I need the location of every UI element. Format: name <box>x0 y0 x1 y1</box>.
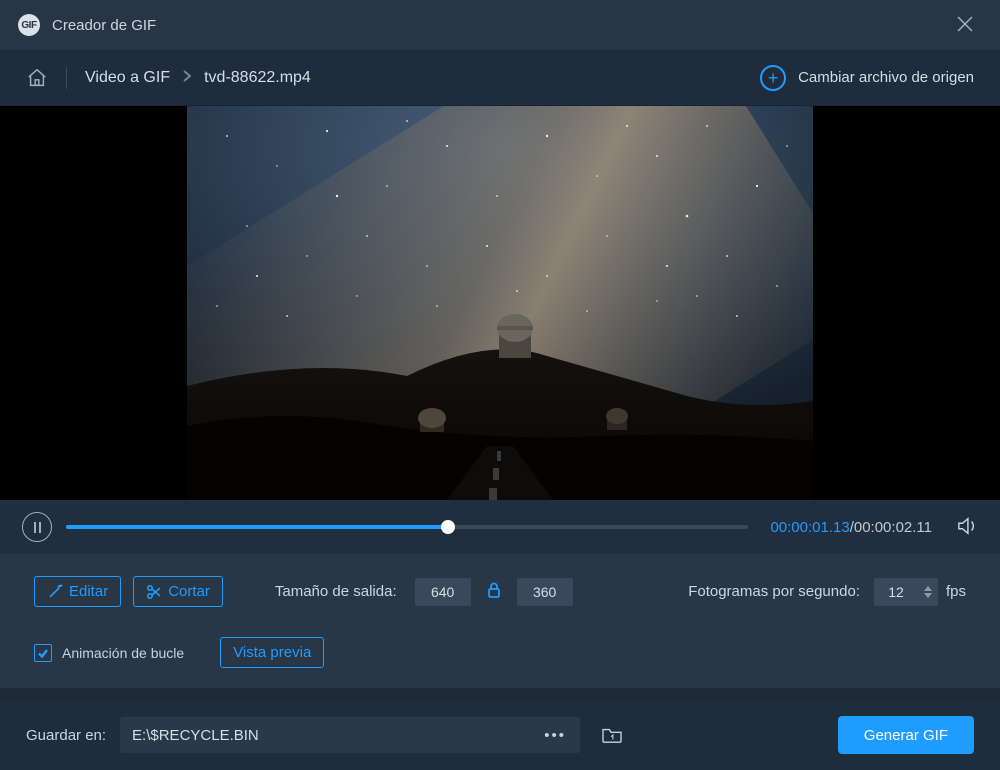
loop-animation-checkbox[interactable]: Animación de bucle <box>34 644 184 662</box>
home-icon <box>26 67 48 89</box>
timeline-thumb[interactable] <box>441 520 455 534</box>
fps-input[interactable] <box>874 578 918 606</box>
output-size-label: Tamaño de salida: <box>275 583 397 600</box>
save-in-label: Guardar en: <box>26 727 106 744</box>
close-icon <box>956 15 974 33</box>
output-width-input[interactable] <box>415 578 471 606</box>
timecode-current: 00:00:01.13 <box>770 519 849 536</box>
checkbox-box <box>34 644 52 662</box>
edit-button[interactable]: Editar <box>34 576 121 607</box>
breadcrumb-mode[interactable]: Video a GIF <box>85 69 170 87</box>
lock-icon <box>487 582 501 598</box>
settings-panel: Editar Cortar Tamaño de salida: Fotogram… <box>0 554 1000 688</box>
fps-unit: fps <box>946 583 966 600</box>
breadcrumb-bar: Video a GIF tvd-88622.mp4 + Cambiar arch… <box>0 50 1000 106</box>
settings-row-2: Animación de bucle Vista previa <box>34 637 966 668</box>
scissors-icon <box>146 584 162 600</box>
pause-icon <box>34 522 41 533</box>
save-path-value: E:\$RECYCLE.BIN <box>132 727 542 744</box>
close-button[interactable] <box>948 7 982 44</box>
divider <box>66 67 67 89</box>
fps-label: Fotogramas por segundo: <box>688 583 860 600</box>
open-folder-button[interactable] <box>594 717 630 753</box>
loop-animation-label: Animación de bucle <box>62 645 184 661</box>
output-height-input[interactable] <box>517 578 573 606</box>
check-icon <box>37 647 49 659</box>
edit-button-label: Editar <box>69 583 108 600</box>
preview-button-label: Vista previa <box>233 644 311 661</box>
change-source-button[interactable]: + Cambiar archivo de origen <box>760 65 974 91</box>
video-frame-image <box>187 106 813 500</box>
app-gif-icon: GIF <box>18 14 40 36</box>
cut-button[interactable]: Cortar <box>133 576 223 607</box>
fps-step-up[interactable] <box>924 586 932 591</box>
folder-icon <box>601 726 623 744</box>
play-pause-button[interactable] <box>22 512 52 542</box>
plus-circle-icon: + <box>760 65 786 91</box>
save-path-input[interactable]: E:\$RECYCLE.BIN ••• <box>120 717 580 753</box>
browse-path-button[interactable]: ••• <box>542 727 568 744</box>
preview-button[interactable]: Vista previa <box>220 637 324 668</box>
volume-button[interactable] <box>956 516 978 539</box>
change-source-label: Cambiar archivo de origen <box>798 69 974 86</box>
wand-icon <box>47 584 63 600</box>
timecode-total: 00:00:02.11 <box>854 519 932 536</box>
timecode: 00:00:01.13/00:00:02.11 <box>770 519 932 536</box>
fps-spinner[interactable] <box>874 578 938 606</box>
timeline-progress <box>66 525 448 529</box>
app-title: Creador de GIF <box>52 17 156 34</box>
timeline-slider[interactable] <box>66 517 748 537</box>
fps-step-down[interactable] <box>924 593 932 598</box>
fps-group: Fotogramas por segundo: fps <box>688 578 966 606</box>
settings-row-1: Editar Cortar Tamaño de salida: Fotogram… <box>34 576 966 607</box>
video-preview <box>0 106 1000 500</box>
breadcrumb-filename: tvd-88622.mp4 <box>204 69 311 87</box>
aspect-lock-button[interactable] <box>487 582 501 601</box>
chevron-right-icon <box>182 69 192 86</box>
footer-bar: Guardar en: E:\$RECYCLE.BIN ••• Generar … <box>0 700 1000 770</box>
cut-button-label: Cortar <box>168 583 210 600</box>
home-button[interactable] <box>26 67 66 89</box>
titlebar: GIF Creador de GIF <box>0 0 1000 50</box>
video-frame[interactable] <box>187 106 813 500</box>
transport-bar: 00:00:01.13/00:00:02.11 <box>0 500 1000 554</box>
generate-gif-button[interactable]: Generar GIF <box>838 716 974 754</box>
volume-icon <box>956 516 978 536</box>
